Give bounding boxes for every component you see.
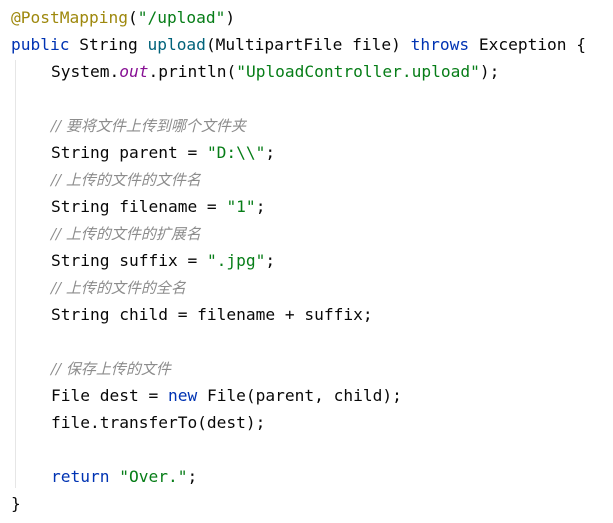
code-line-comment-suffix: // 上传的文件的扩展名: [11, 220, 201, 247]
code-line-method-signature: public String upload(MultipartFile file)…: [11, 31, 586, 58]
method-name: upload: [147, 35, 206, 54]
method-params: (MultipartFile file): [205, 35, 411, 54]
paren-close: ): [225, 8, 236, 27]
code-line-closing-brace: }: [11, 490, 21, 517]
annotation-token: @PostMapping: [11, 8, 128, 27]
keyword-public: public: [11, 35, 70, 54]
println-string: "UploadController.upload": [236, 62, 480, 81]
code-line-suffix: String suffix = ".jpg";: [11, 247, 275, 274]
code-line-parent: String parent = "D:\\";: [11, 139, 275, 166]
comment-suffix: // 上传的文件的扩展名: [51, 225, 201, 243]
return-string: "Over.": [109, 467, 188, 486]
code-line-filename: String filename = "1";: [11, 193, 265, 220]
keyword-return: return: [51, 467, 110, 486]
code-line-transfer: file.transferTo(dest);: [11, 409, 265, 436]
transfer-statement: file.transferTo(dest);: [51, 413, 266, 432]
suffix-declaration: String suffix =: [51, 251, 207, 270]
semicolon: ;: [255, 197, 266, 216]
code-line-comment-save: // 保存上传的文件: [11, 355, 171, 382]
code-line-annotation: @PostMapping("/upload"): [11, 4, 235, 31]
code-line-return: return "Over.";: [11, 463, 197, 490]
paren-open: (: [127, 8, 138, 27]
mapping-path-string: "/upload": [137, 8, 226, 27]
filename-string: "1": [226, 197, 256, 216]
exception-type: Exception {: [469, 35, 587, 54]
parent-declaration: String parent =: [51, 143, 207, 162]
code-line-comment-child: // 上传的文件的全名: [11, 274, 186, 301]
out-field: out: [119, 62, 149, 81]
dest-constructor: File(parent, child);: [197, 386, 402, 405]
system-ref: System.: [51, 62, 120, 81]
comment-parent: // 要将文件上传到哪个文件夹: [51, 117, 246, 135]
code-line-dest: File dest = new File(parent, child);: [11, 382, 402, 409]
comment-save: // 保存上传的文件: [51, 360, 171, 378]
code-line-comment-filename: // 上传的文件的文件名: [11, 166, 201, 193]
semicolon: ;: [265, 143, 276, 162]
parent-string: "D:\\": [206, 143, 266, 162]
keyword-throws: throws: [410, 35, 470, 54]
return-type: String: [69, 35, 148, 54]
code-line-comment-parent: // 要将文件上传到哪个文件夹: [11, 112, 246, 139]
child-statement: String child = filename + suffix;: [51, 305, 373, 324]
closing-brace: }: [11, 494, 21, 513]
code-line-child: String child = filename + suffix;: [11, 301, 373, 328]
semicolon: ;: [265, 251, 276, 270]
comment-child: // 上传的文件的全名: [51, 279, 186, 297]
println-call: .println(: [148, 62, 237, 81]
code-line-println: System.out.println("UploadController.upl…: [11, 58, 499, 85]
code-editor[interactable]: @PostMapping("/upload") public String up…: [0, 0, 613, 523]
comment-filename: // 上传的文件的文件名: [51, 171, 201, 189]
println-end: );: [479, 62, 500, 81]
filename-declaration: String filename =: [51, 197, 227, 216]
dest-declaration: File dest =: [51, 386, 168, 405]
suffix-string: ".jpg": [206, 251, 266, 270]
keyword-new: new: [167, 386, 198, 405]
semicolon: ;: [187, 467, 198, 486]
